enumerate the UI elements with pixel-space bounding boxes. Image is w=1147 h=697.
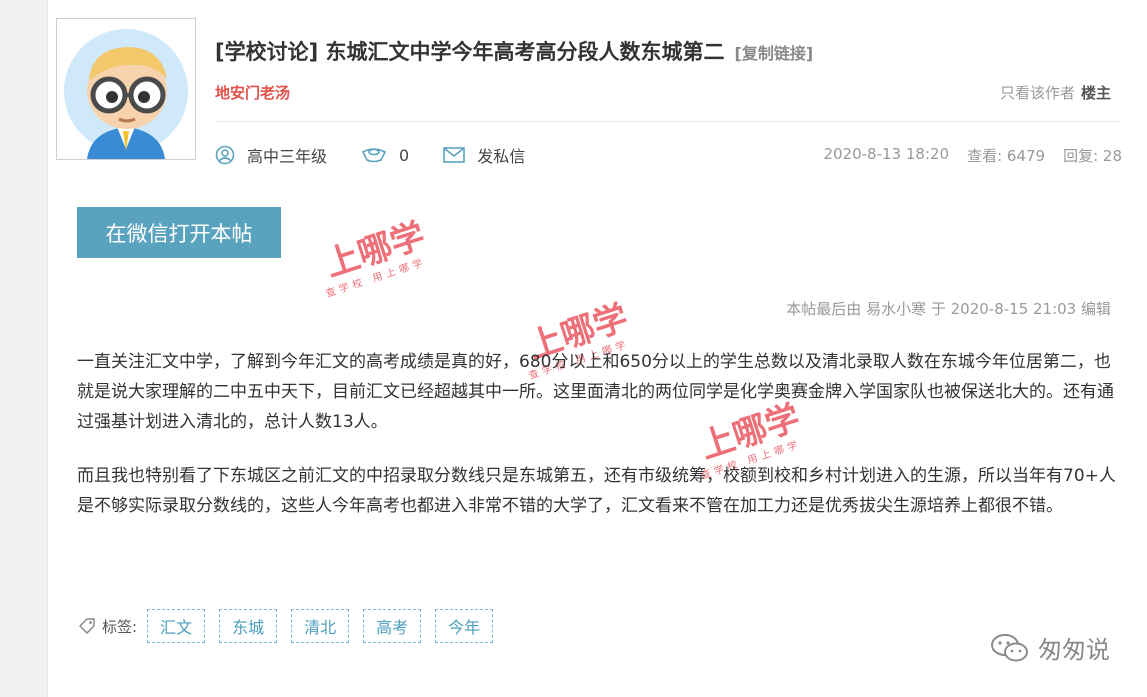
divider: [215, 121, 1121, 122]
grade-text: 高中三年级: [247, 147, 328, 166]
post-title: [学校讨论] 东城汇文中学今年高考高分段人数东城第二: [215, 40, 725, 64]
coins-count: 0: [399, 145, 410, 165]
brand-name: 匆匆说: [1038, 636, 1110, 664]
copy-link[interactable]: [复制链接]: [735, 40, 814, 64]
post-stats: 2020-8-13 18:20 查看: 6479 回复: 28: [823, 145, 1122, 166]
coins-item: 0: [361, 146, 409, 165]
tag-icon: [79, 618, 95, 634]
content-paragraph: 而且我也特别看了下东城区之前汇文的中招录取分数线只是东城第五，还有市级统筹，校额…: [77, 466, 1116, 516]
watermark-logo: 上哪学: [320, 215, 430, 286]
edit-note: 本帖最后由 易水小寒 于 2020-8-15 21:03 编辑: [786, 300, 1111, 318]
tag-item[interactable]: 清北: [291, 609, 350, 643]
open-in-wechat-button[interactable]: 在微信打开本帖: [77, 207, 281, 258]
envelope-icon: [443, 147, 466, 163]
send-message-label[interactable]: 发私信: [477, 143, 525, 167]
tag-item[interactable]: 今年: [435, 609, 494, 643]
tags-label-text: 标签:: [102, 617, 138, 636]
tag-item[interactable]: 汇文: [147, 609, 206, 643]
tag-item[interactable]: 东城: [219, 609, 278, 643]
author-name[interactable]: 地安门老汤: [215, 82, 290, 103]
wechat-brand: 匆匆说: [990, 630, 1110, 665]
content-paragraph: 一直关注汇文中学，了解到今年汇文的高考成绩是真的好，680分以上和650分以上的…: [77, 352, 1114, 432]
user-icon: [215, 145, 235, 165]
send-message-link[interactable]: 发私信: [443, 143, 525, 167]
ingot-icon: [361, 148, 387, 163]
watermark-slogan: 查学校 用上哪学: [324, 256, 428, 300]
tag-item[interactable]: 高考: [363, 609, 422, 643]
cartoon-avatar-icon: [64, 29, 188, 159]
view-count: 查看: 6479: [967, 147, 1046, 165]
avatar[interactable]: [56, 18, 196, 160]
post-content: 一直关注汇文中学，了解到今年汇文的高考成绩是真的好，680分以上和650分以上的…: [77, 347, 1117, 545]
watermark: 上哪学 查学校 用上哪学: [320, 216, 429, 300]
only-author-label[interactable]: 只看该作者: [1000, 84, 1075, 102]
post-card: [学校讨论] 东城汇文中学今年高考高分段人数东城第二 [复制链接] 地安门老汤 …: [47, 0, 1147, 697]
post-datetime: 2020-8-13 18:20: [823, 145, 950, 163]
tag-bar: 标签: 汇文 东城 清北 高考 今年: [78, 609, 507, 643]
floor-label: 楼主: [1080, 84, 1111, 102]
grade-item: 高中三年级: [215, 143, 327, 167]
tags-label: 标签:: [78, 616, 137, 637]
reply-count: 回复: 28: [1063, 147, 1122, 165]
title-row: [学校讨论] 东城汇文中学今年高考高分段人数东城第二 [复制链接]: [215, 36, 813, 66]
only-author-link[interactable]: 只看该作者 楼主: [1000, 82, 1111, 103]
author-meta: 高中三年级 0 发私信: [215, 143, 559, 167]
wechat-icon: [991, 633, 1028, 661]
